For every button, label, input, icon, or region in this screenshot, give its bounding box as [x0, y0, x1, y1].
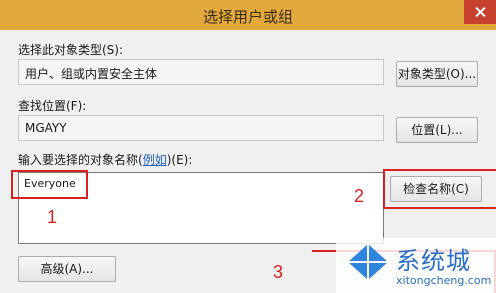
location-field: MGAYY	[18, 115, 384, 141]
annotation-box-2	[383, 169, 496, 209]
annotation-number-2: 2	[354, 186, 365, 206]
object-type-field: 用户、组或内置安全主体	[18, 59, 384, 85]
object-names-label-suffix: )(E):	[166, 153, 193, 167]
object-type-label: 选择此对象类型(S):	[18, 43, 124, 57]
object-names-label: 输入要选择的对象名称(例如)(E):	[18, 151, 192, 168]
object-names-label-prefix: 输入要选择的对象名称(	[18, 153, 143, 167]
advanced-button[interactable]: 高级(A)...	[18, 256, 116, 282]
annotation-number-3: 3	[273, 262, 284, 282]
watermark: 系统城 xitongcheng.com	[336, 238, 496, 293]
annotation-box-1	[11, 170, 88, 199]
window-title: 选择用户或组	[202, 8, 293, 26]
close-button[interactable]	[464, 0, 496, 24]
object-types-button[interactable]: 对象类型(O)...	[396, 61, 478, 87]
annotation-number-1: 1	[47, 207, 58, 227]
location-label: 查找位置(F):	[18, 99, 87, 113]
watermark-title: 系统城	[396, 247, 471, 275]
title-bar: 选择用户或组	[0, 0, 496, 30]
locations-button[interactable]: 位置(L)...	[396, 117, 478, 143]
windows-logo-icon	[348, 244, 388, 280]
watermark-url: xitongcheng.com	[396, 274, 492, 287]
examples-link[interactable]: 例如	[143, 153, 167, 167]
